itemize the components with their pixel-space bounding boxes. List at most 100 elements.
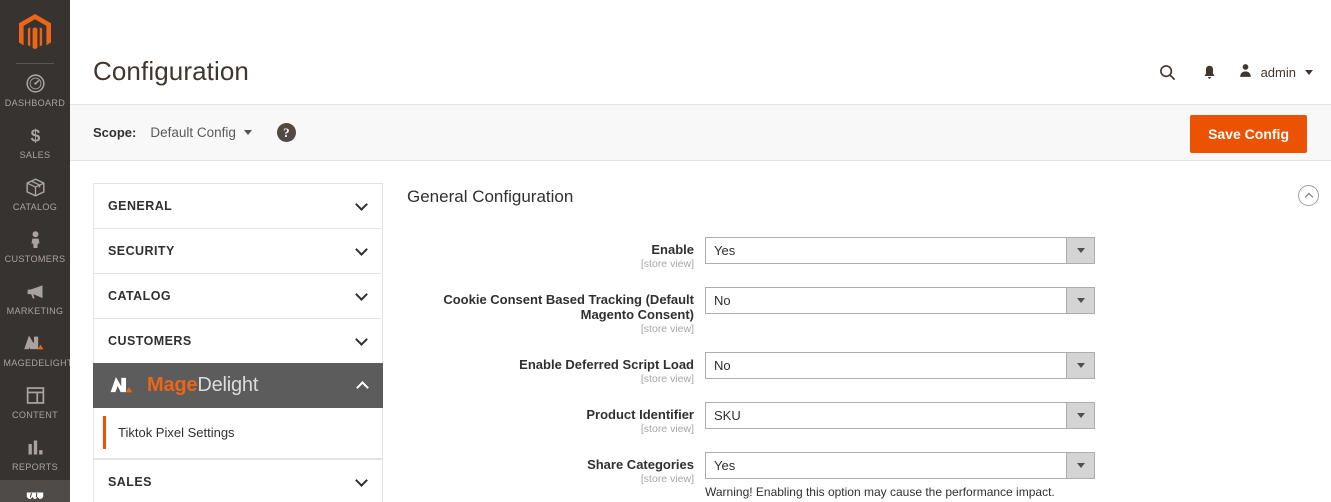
- field-scope-hint: [store view]: [640, 473, 694, 485]
- sidebar-label: CONTENT: [11, 410, 59, 421]
- caret-down-icon: [1305, 69, 1313, 75]
- select-value: No: [714, 358, 731, 373]
- field-control: Yes: [705, 237, 1095, 264]
- caret-down-icon[interactable]: [1066, 288, 1094, 313]
- sidebar-label: MAGEDELIGHT: [3, 358, 73, 369]
- bell-icon[interactable]: [1189, 58, 1231, 86]
- select-value: No: [714, 293, 731, 308]
- chevron-up-glyph: [1304, 192, 1313, 202]
- config-section-security: SECURITY: [93, 228, 383, 273]
- field-label: Enable Deferred Script Load [store view]: [407, 352, 705, 386]
- scope-selected-value: Default Config: [150, 125, 236, 140]
- scope-selector[interactable]: Default Config: [150, 125, 252, 140]
- svg-text:$: $: [30, 126, 40, 146]
- field-scope-hint: [store view]: [640, 258, 694, 270]
- field-control: SKU: [705, 402, 1095, 429]
- config-section-general-header[interactable]: GENERAL: [94, 184, 382, 228]
- config-section-general: GENERAL: [93, 183, 383, 228]
- sidebar-item-catalog[interactable]: CATALOG: [0, 168, 70, 220]
- chevron-up-circle-icon[interactable]: [1298, 185, 1319, 206]
- chevron-down-icon: [355, 473, 368, 487]
- config-section-label: SALES: [108, 475, 152, 489]
- config-section-catalog-header[interactable]: CATALOG: [94, 274, 382, 318]
- admin-page: DASHBOARD $ SALES CATALOG CUSTOMERS MARK…: [0, 0, 1331, 502]
- sidebar-item-magedelight[interactable]: MAGEDELIGHT: [0, 324, 73, 376]
- page-header: Configuration admin: [70, 0, 1331, 104]
- brand-name-first: Mage: [147, 374, 198, 396]
- caret-down-icon[interactable]: [1066, 238, 1094, 263]
- caret-down-icon[interactable]: [1066, 403, 1094, 428]
- config-section-sales-header[interactable]: SALES: [94, 460, 382, 502]
- config-section-label: CUSTOMERS: [108, 334, 192, 348]
- page-title: Configuration: [93, 56, 249, 86]
- sidebar-label: CATALOG: [12, 202, 58, 213]
- magento-logo-icon[interactable]: [0, 0, 70, 60]
- dollar-sign-icon: $: [2, 125, 68, 147]
- select-value: Yes: [714, 243, 736, 258]
- config-section-label: GENERAL: [108, 199, 173, 213]
- brand-wordmark: MageDelight: [108, 374, 258, 398]
- product-identifier-select[interactable]: SKU: [705, 402, 1095, 429]
- enable-select[interactable]: Yes: [705, 237, 1095, 264]
- config-subitem-tiktok-pixel-settings[interactable]: Tiktok Pixel Settings: [103, 416, 382, 449]
- caret-down-icon[interactable]: [1066, 453, 1094, 478]
- field-row-share-categories: Share Categories [store view] Yes Warnin…: [407, 452, 1307, 500]
- sidebar-item-content[interactable]: CONTENT: [0, 376, 70, 428]
- sidebar-item-sales[interactable]: $ SALES: [0, 116, 70, 168]
- megaphone-icon: [2, 281, 68, 303]
- scope-bar: Scope: Default Config ? Save Config: [70, 104, 1331, 161]
- config-section-magedelight-header[interactable]: MageDelight: [93, 363, 383, 408]
- bar-chart-icon: [2, 437, 68, 459]
- field-label: Product Identifier [store view]: [407, 402, 705, 436]
- field-label-text: Share Categories: [587, 457, 694, 472]
- caret-down-icon: [243, 130, 252, 135]
- field-label: Enable [store view]: [407, 237, 705, 271]
- brand-name: MageDelight: [147, 374, 258, 397]
- admin-user-menu[interactable]: admin: [1237, 62, 1313, 82]
- field-label-text: Cookie Consent Based Tracking (Default M…: [443, 292, 694, 322]
- field-control: Yes Warning! Enabling this option may ca…: [705, 452, 1095, 500]
- deferred-script-load-select[interactable]: No: [705, 352, 1095, 379]
- field-control: No: [705, 352, 1095, 379]
- chevron-down-icon: [355, 242, 368, 256]
- scope-label: Scope:: [93, 125, 137, 140]
- save-config-button[interactable]: Save Config: [1190, 115, 1307, 153]
- sidebar-item-dashboard[interactable]: DASHBOARD: [0, 64, 70, 116]
- field-label: Cookie Consent Based Tracking (Default M…: [407, 287, 705, 336]
- sidebar-item-marketing[interactable]: MARKETING: [0, 272, 70, 324]
- config-section-label: SECURITY: [108, 244, 175, 258]
- form-panel: General Configuration Enable [store view…: [383, 183, 1331, 502]
- caret-down-icon[interactable]: [1066, 353, 1094, 378]
- brand-name-second: Delight: [197, 374, 259, 396]
- share-categories-select[interactable]: Yes: [705, 452, 1095, 479]
- sidebar-label: CUSTOMERS: [4, 254, 66, 265]
- config-section-security-header[interactable]: SECURITY: [94, 229, 382, 273]
- sidebar-item-stores[interactable]: STORES: [0, 480, 70, 502]
- question-mark-icon[interactable]: ?: [276, 123, 296, 142]
- chevron-down-icon: [355, 332, 368, 346]
- field-row-cookie-consent-based-tracking: Cookie Consent Based Tracking (Default M…: [407, 287, 1307, 336]
- select-value: SKU: [714, 408, 741, 423]
- sidebar-item-customers[interactable]: CUSTOMERS: [0, 220, 70, 272]
- magedelight-icon: [2, 333, 68, 355]
- config-section-customers-header[interactable]: CUSTOMERS: [94, 319, 382, 363]
- chevron-up-icon: [356, 380, 369, 394]
- admin-sidebar: DASHBOARD $ SALES CATALOG CUSTOMERS MARK…: [0, 0, 73, 502]
- chevron-down-icon: [355, 197, 368, 211]
- field-control: No: [705, 287, 1095, 314]
- share-categories-warning-note: Warning! Enabling this option may cause …: [705, 485, 1055, 499]
- select-value: Yes: [714, 458, 736, 473]
- search-icon[interactable]: [1147, 58, 1189, 86]
- header-tools: admin: [1147, 58, 1313, 86]
- field-scope-hint: [store view]: [640, 373, 694, 385]
- field-scope-hint: [store view]: [640, 323, 694, 335]
- sidebar-label: MARKETING: [6, 306, 64, 317]
- dashboard-gauge-icon: [2, 73, 68, 95]
- config-section-label: CATALOG: [108, 289, 172, 303]
- field-row-enable-deferred-script-load: Enable Deferred Script Load [store view]…: [407, 352, 1307, 386]
- cookie-consent-select[interactable]: No: [705, 287, 1095, 314]
- user-avatar-icon: [1237, 62, 1254, 82]
- sidebar-item-reports[interactable]: REPORTS: [0, 428, 70, 480]
- box-package-icon: [2, 177, 68, 199]
- config-section-magedelight: MageDelight: [93, 363, 383, 408]
